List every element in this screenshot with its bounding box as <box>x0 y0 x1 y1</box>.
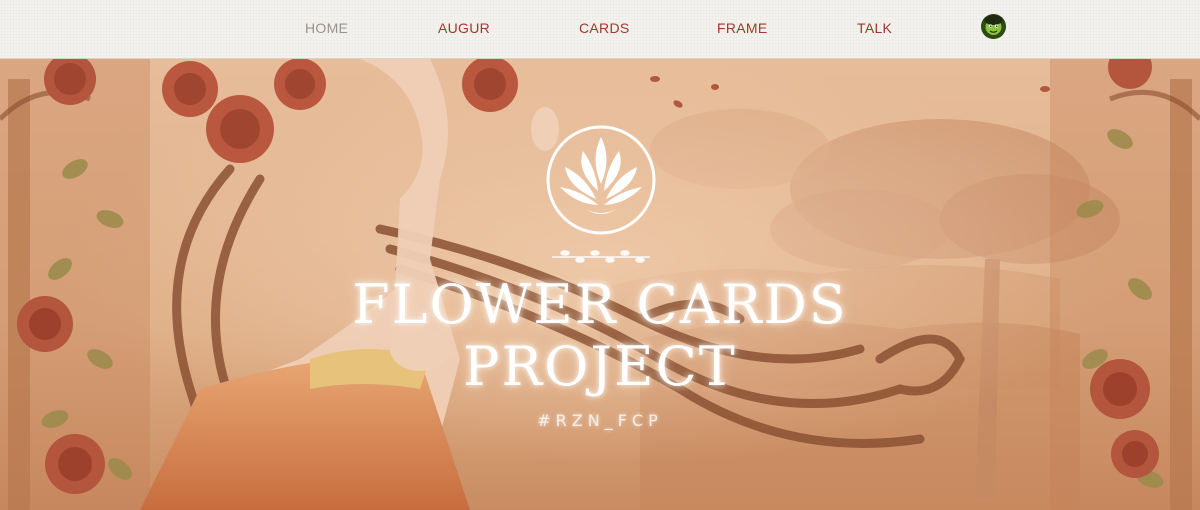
hero-title-line1: FLOWER CARDS <box>352 273 848 336</box>
page: HOME AUGUR CARDS FRAME TALK FLOWER CARDS… <box>0 0 1200 510</box>
nav-frame-link[interactable]: FRAME <box>717 20 768 36</box>
user-avatar-icon[interactable] <box>981 14 1006 39</box>
hero-hashtag: #RZN_FCP <box>537 411 663 430</box>
nav-talk-link[interactable]: TALK <box>857 20 892 36</box>
hero-banner: FLOWER CARDS PROJECT #RZN_FCP <box>0 59 1200 510</box>
nav-cards-link[interactable]: CARDS <box>579 20 630 36</box>
nav-home-link[interactable]: HOME <box>305 20 348 36</box>
hero-title-line2: PROJECT <box>463 335 737 398</box>
nav-augur-link[interactable]: AUGUR <box>438 20 490 36</box>
top-navigation: HOME AUGUR CARDS FRAME TALK <box>0 0 1200 59</box>
